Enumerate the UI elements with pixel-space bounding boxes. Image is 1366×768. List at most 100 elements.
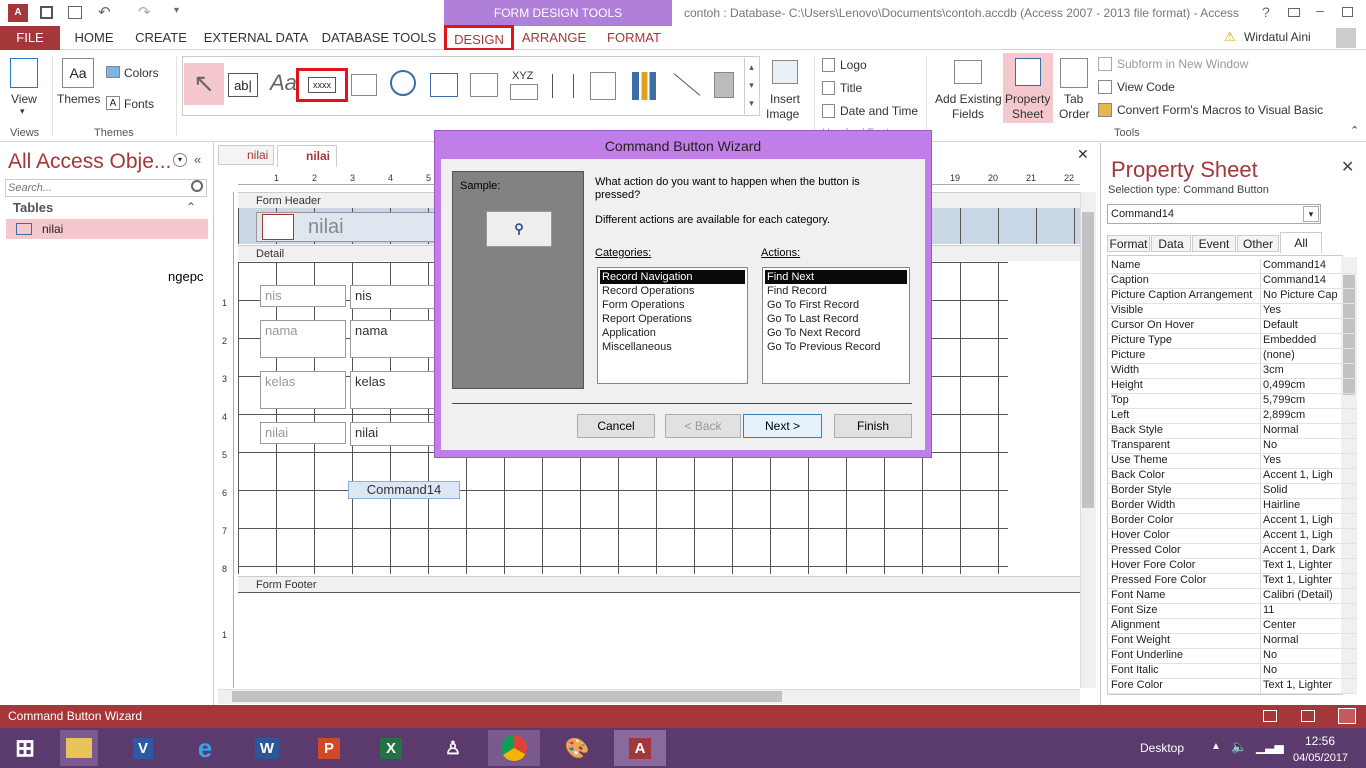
list-item[interactable]: Go To First Record [765, 298, 907, 312]
web-browser-icon[interactable] [430, 73, 458, 97]
colors-button[interactable]: Colors [124, 66, 159, 80]
form-footer-bar[interactable]: Form Footer [238, 576, 1080, 592]
button-control-icon[interactable]: xxxx [296, 68, 348, 102]
property-value[interactable]: Hairline [1261, 499, 1357, 513]
logo-button[interactable]: Logo [840, 58, 867, 72]
next-button[interactable]: Next > [743, 414, 822, 438]
tab-arrange[interactable]: ARRANGE [520, 26, 588, 50]
property-row[interactable]: Fore Color Text 1, Lighter [1109, 679, 1357, 694]
page-break-icon[interactable] [552, 74, 574, 98]
property-row[interactable]: Hover Color Accent 1, Ligh [1109, 529, 1357, 544]
subform-button[interactable]: Subform in New Window [1117, 57, 1248, 71]
h-scroll-thumb[interactable] [232, 691, 782, 702]
property-row[interactable]: Name Command14 [1109, 259, 1357, 274]
field-textbox-kelas[interactable]: kelas [350, 371, 440, 409]
property-value[interactable]: No [1261, 664, 1357, 678]
clock-date[interactable]: 04/05/2017 [1293, 752, 1348, 764]
redo-icon[interactable]: ↷ [138, 3, 151, 21]
date-time-button[interactable]: Date and Time [840, 104, 918, 118]
property-value[interactable]: No Picture Cap [1261, 289, 1357, 303]
toggle-control-icon[interactable] [714, 72, 734, 98]
tab-design[interactable]: DESIGN [444, 25, 514, 51]
property-value[interactable]: Text 1, Lighter [1261, 559, 1357, 573]
themes-button[interactable]: Themes [57, 92, 100, 106]
tray-arrow-icon[interactable]: ▲ [1211, 741, 1221, 752]
qat-dropdown-icon[interactable]: ▾ [174, 5, 179, 16]
view-code-button[interactable]: View Code [1117, 80, 1175, 94]
property-sheet-button-line2[interactable]: Sheet [1012, 107, 1043, 121]
cancel-button[interactable]: Cancel [577, 414, 655, 438]
gallery-scroll-icon[interactable]: ▴ ▾ ▾ [744, 58, 758, 114]
view-dropdown-icon[interactable]: ▾ [20, 106, 25, 117]
back-button[interactable]: < Back [665, 414, 741, 438]
chart-control-icon[interactable] [632, 72, 656, 100]
insert-image-icon[interactable] [772, 60, 798, 84]
property-value[interactable]: Embedded [1261, 334, 1357, 348]
tab-order-button-line2[interactable]: Order [1059, 107, 1090, 121]
property-value[interactable]: 3cm [1261, 364, 1357, 378]
add-fields-button[interactable]: Add Existing [935, 92, 1002, 106]
doc-tab-nilai-form[interactable]: nilai [277, 145, 337, 167]
property-row[interactable]: Height 0,499cm [1109, 379, 1357, 394]
insert-image-button[interactable]: Insert [770, 92, 800, 106]
save-icon[interactable] [40, 6, 53, 19]
nav-search-input[interactable] [5, 179, 207, 197]
list-item[interactable]: Application [600, 326, 745, 340]
property-value[interactable]: No [1261, 649, 1357, 663]
fonts-button[interactable]: Fonts [124, 97, 154, 111]
list-item[interactable]: Find Record [765, 284, 907, 298]
property-row[interactable]: Top 5,799cm [1109, 394, 1357, 409]
option-group-icon[interactable]: XYZ [512, 70, 533, 82]
clock-time[interactable]: 12:56 [1305, 734, 1335, 748]
property-sheet-icon[interactable] [1015, 58, 1041, 86]
tab-external-data[interactable]: EXTERNAL DATA [200, 26, 312, 50]
field-textbox-nilai[interactable]: nilai [350, 422, 440, 446]
help-button[interactable]: ? [1262, 4, 1270, 20]
nav-dropdown-icon[interactable]: ▾ [173, 153, 187, 167]
tab-event[interactable]: Event [1192, 235, 1236, 252]
property-value[interactable]: (none) [1261, 349, 1357, 363]
property-row[interactable]: Back Color Accent 1, Ligh [1109, 469, 1357, 484]
form-view-icon[interactable] [1263, 710, 1277, 722]
tab-other[interactable]: Other [1237, 235, 1279, 252]
tab-all[interactable]: All [1280, 232, 1322, 253]
word-icon[interactable]: W [248, 730, 286, 766]
property-value[interactable]: 11 [1261, 604, 1357, 618]
tab-format[interactable]: Format [1107, 235, 1150, 252]
visio-icon[interactable]: V [124, 730, 162, 766]
actions-list[interactable]: Find Next Find Record Go To First Record… [762, 267, 910, 384]
convert-macros-button[interactable]: Convert Form's Macros to Visual Basic [1117, 103, 1323, 117]
property-row[interactable]: Pressed Fore Color Text 1, Lighter [1109, 574, 1357, 589]
property-value[interactable]: 0,499cm [1261, 379, 1357, 393]
property-value[interactable]: 2,899cm [1261, 409, 1357, 423]
property-row[interactable]: Font Weight Normal [1109, 634, 1357, 649]
command14-button[interactable]: Command14 [348, 481, 460, 499]
list-item[interactable]: Form Operations [600, 298, 745, 312]
property-row[interactable]: Border Style Solid [1109, 484, 1357, 499]
collapse-ribbon-icon[interactable]: ⌃ [1350, 124, 1359, 137]
list-item[interactable]: Record Navigation [600, 270, 745, 284]
list-item[interactable]: Record Operations [600, 284, 745, 298]
tables-header[interactable]: Tables [13, 200, 53, 215]
property-sheet-button[interactable]: Property [1005, 92, 1050, 106]
tab-data[interactable]: Data [1151, 235, 1191, 252]
property-row[interactable]: Picture Type Embedded [1109, 334, 1357, 349]
property-value[interactable]: 5,799cm [1261, 394, 1357, 408]
property-value[interactable]: Accent 1, Ligh [1261, 469, 1357, 483]
add-fields-icon[interactable] [954, 60, 982, 84]
property-value[interactable]: Accent 1, Dark [1261, 544, 1357, 558]
field-label-nama[interactable]: nama [260, 320, 346, 358]
minimize-button[interactable]: – [1316, 2, 1324, 18]
property-row[interactable]: Font Underline No [1109, 649, 1357, 664]
property-row[interactable]: Font Name Calibri (Detail) [1109, 589, 1357, 604]
property-value[interactable]: Solid [1261, 484, 1357, 498]
paint-icon[interactable]: 🎨 [558, 730, 596, 766]
insert-image-button-line2[interactable]: Image [766, 107, 799, 121]
categories-list[interactable]: Record Navigation Record Operations Form… [597, 267, 748, 384]
list-item[interactable]: Go To Previous Record [765, 340, 907, 354]
property-value[interactable]: Yes [1261, 454, 1357, 468]
combo-box-icon[interactable] [590, 72, 616, 100]
property-row[interactable]: Left 2,899cm [1109, 409, 1357, 424]
user-name[interactable]: Wirdatul Aini [1244, 30, 1311, 44]
title-button[interactable]: Title [840, 81, 862, 95]
